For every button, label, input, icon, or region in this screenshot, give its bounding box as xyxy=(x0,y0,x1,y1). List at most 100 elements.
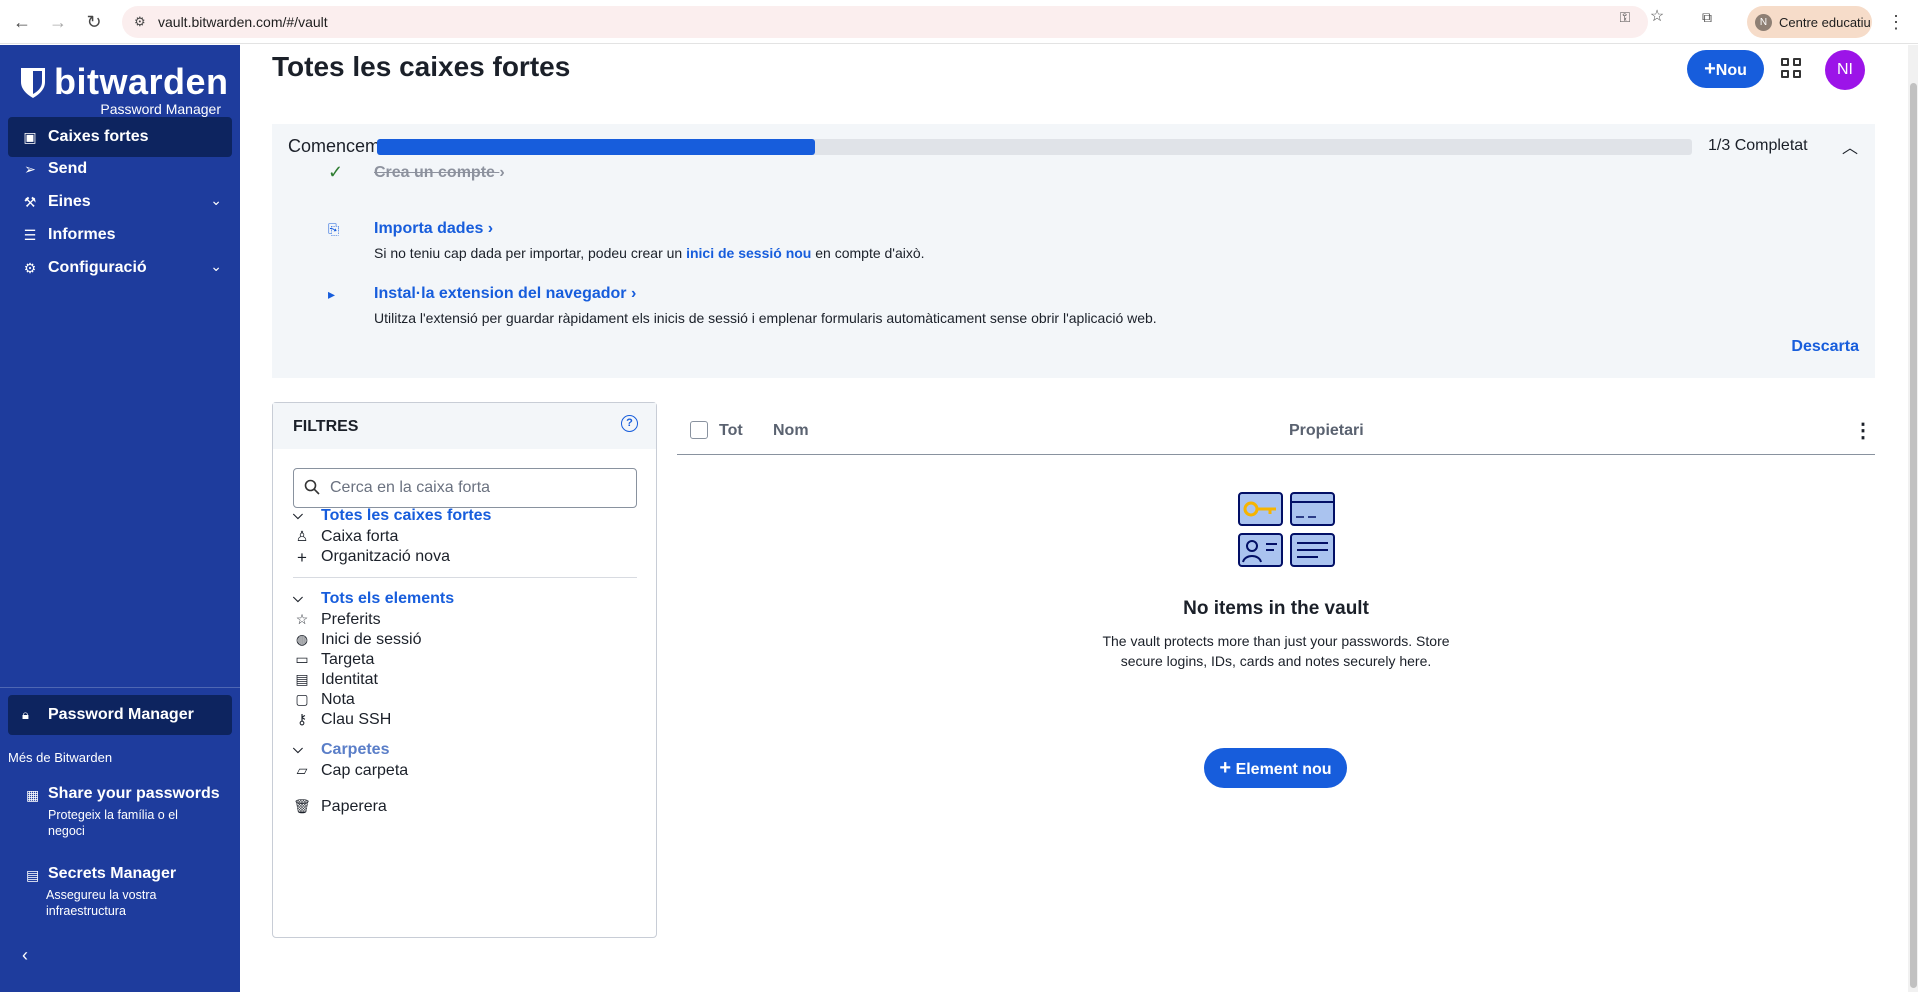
chevron-down-icon: ⌄ xyxy=(210,192,222,208)
filter-item-label: Organització nova xyxy=(321,548,450,565)
new-button-label: Nou xyxy=(1715,62,1747,79)
product-switcher-icon[interactable] xyxy=(1781,58,1803,80)
back-icon[interactable]: ← xyxy=(10,10,34,34)
getting-started-title: Comencem xyxy=(288,136,381,156)
sidebar-item-label: Send xyxy=(48,160,88,177)
chevron-down-icon: ⌵ xyxy=(293,590,303,605)
main-content: Totes les caixes fortes +Nou NI Comencem… xyxy=(240,45,1918,992)
send-icon: ➢ xyxy=(24,161,36,177)
filters-header: FILTRES ? xyxy=(273,403,656,449)
product-switch-password-manager[interactable]: 🔒︎ Password Manager xyxy=(8,695,232,735)
sidebar: bitwarden Password Manager ▣ Caixes fort… xyxy=(0,45,240,992)
promo-desc: Protegeix la família o el negoci xyxy=(48,808,178,838)
more-options-icon[interactable]: ⋮ xyxy=(1853,418,1873,443)
filter-item-label: Inici de sessió xyxy=(321,631,422,648)
forward-icon[interactable]: → xyxy=(46,10,70,34)
select-all-checkbox[interactable] xyxy=(690,421,708,439)
extensions-icon[interactable]: ⧉ xyxy=(1698,8,1716,26)
chevron-down-icon: ⌄ xyxy=(210,258,222,274)
browser-menu-icon[interactable]: ⋮ xyxy=(1886,10,1906,34)
bitwarden-logo[interactable]: bitwarden Password Manager xyxy=(20,61,228,119)
url-text: vault.bitwarden.com/#/vault xyxy=(158,14,328,30)
filter-group-label: Carpetes xyxy=(321,741,390,758)
sidebar-item-label: Informes xyxy=(48,226,116,243)
promo-desc: Assegureu la vostra infraestructura xyxy=(46,888,157,918)
bookmark-star-icon[interactable]: ☆ xyxy=(1648,8,1666,26)
sidebar-item-label: Configuració xyxy=(48,259,147,276)
logo-subtitle: Password Manager xyxy=(100,101,221,117)
browser-toolbar: ← → ↻ ⚙ vault.bitwarden.com/#/vault ⚿ ☆ … xyxy=(0,0,1918,44)
progress-count: 1/3 Completat xyxy=(1708,137,1808,154)
column-name[interactable]: Nom xyxy=(773,422,809,440)
filters-title: FILTRES xyxy=(293,418,359,435)
plus-icon: + xyxy=(297,548,307,567)
search-input[interactable] xyxy=(330,477,620,499)
help-icon[interactable]: ? xyxy=(621,415,638,432)
sidebar-item-label: Caixes fortes xyxy=(48,128,149,145)
desc-text: Si no teniu cap dada per importar, podeu… xyxy=(374,245,687,261)
promo-title: Share your passwords xyxy=(48,785,220,802)
filter-group-label: Tots els elements xyxy=(321,590,455,607)
gear-icon: ⚙ xyxy=(23,260,37,276)
plus-icon: + xyxy=(1704,58,1716,80)
progress-bar xyxy=(377,139,1692,155)
key-icon: ⚷ xyxy=(296,711,308,727)
new-item-button[interactable]: + Element nou xyxy=(1204,748,1347,788)
plus-icon: + xyxy=(1219,757,1232,779)
empty-state-description: The vault protects more than just your p… xyxy=(1102,633,1450,669)
wrench-icon: ⚒ xyxy=(23,194,37,210)
filter-item-label: Preferits xyxy=(321,611,381,628)
globe-icon: ◍ xyxy=(295,631,309,647)
step-extension-desc: Utilitza l'extensió per guardar ràpidame… xyxy=(374,310,1157,326)
avatar[interactable]: NI xyxy=(1825,50,1865,90)
more-from-bitwarden-label: Més de Bitwarden xyxy=(8,750,113,765)
new-login-link[interactable]: inici de sessió nou xyxy=(686,245,811,261)
vault-icon: ▣ xyxy=(23,129,37,145)
sidebar-item-label: Eines xyxy=(48,193,91,210)
step-label: Crea un compte xyxy=(374,164,495,181)
folder-icon: ▱ xyxy=(296,762,308,778)
collapse-sidebar-icon[interactable]: ‹ xyxy=(22,945,28,966)
user-icon: ♙ xyxy=(295,528,309,544)
logo-word: bitwarden xyxy=(54,61,229,102)
desc-text: en compte d'això. xyxy=(811,245,925,261)
step-import-desc: Si no teniu cap dada per importar, podeu… xyxy=(374,245,925,261)
column-owner[interactable]: Propietari xyxy=(1289,422,1364,440)
note-icon: ▢ xyxy=(295,691,309,707)
new-button[interactable]: +Nou xyxy=(1687,50,1764,88)
filter-item-label: Cap carpeta xyxy=(321,762,409,779)
progress-fill xyxy=(377,139,815,155)
vault-table-header: Tot Nom Propietari ⋮ xyxy=(677,410,1875,455)
profile-name: Centre educatiu xyxy=(1779,15,1871,30)
search-field[interactable] xyxy=(293,468,637,508)
password-key-icon[interactable]: ⚿ xyxy=(1616,8,1634,26)
lock-icon: 🔒︎ xyxy=(22,707,29,722)
chevron-up-icon[interactable]: ︿ xyxy=(1842,134,1858,158)
filter-item-label: Targeta xyxy=(321,651,375,668)
reload-icon[interactable]: ↻ xyxy=(82,10,106,34)
address-bar[interactable]: ⚙ vault.bitwarden.com/#/vault xyxy=(122,6,1648,38)
step-import-link[interactable]: Importa dades › xyxy=(374,220,493,238)
filter-item-label: Paperera xyxy=(321,798,387,815)
trash-icon: 🗑︎ xyxy=(293,798,311,814)
promo-title: Secrets Manager xyxy=(48,865,177,882)
getting-started-panel: Comencem 1/3 Completat ︿ ✓ Crea un compt… xyxy=(272,124,1875,378)
filter-item-label: Clau SSH xyxy=(321,711,392,728)
filter-item-label: Nota xyxy=(321,691,355,708)
empty-state-heading: No items in the vault xyxy=(1183,598,1369,619)
sidebar-item-settings[interactable]: ⚙ Configuració ⌄ xyxy=(8,248,232,288)
filter-divider xyxy=(293,577,637,578)
dismiss-link[interactable]: Descarta xyxy=(1791,338,1859,356)
credit-card-icon: ▭ xyxy=(295,651,309,667)
step-label: Importa dades xyxy=(374,220,484,237)
filter-group-label: Totes les caixes fortes xyxy=(321,507,492,524)
scrollbar-thumb[interactable] xyxy=(1910,83,1917,988)
search-icon xyxy=(304,479,320,495)
site-info-icon[interactable]: ⚙ xyxy=(134,14,150,30)
vault-items-illustration-icon xyxy=(1238,492,1335,567)
chevron-down-icon: ⌵ xyxy=(293,507,303,522)
step-extension-link[interactable]: Instal·la extension del navegador › xyxy=(374,285,636,303)
profile-chip[interactable]: N Centre educatiu xyxy=(1747,6,1872,38)
import-icon: ⎘ xyxy=(328,221,340,237)
filter-item-label: Identitat xyxy=(321,671,378,688)
